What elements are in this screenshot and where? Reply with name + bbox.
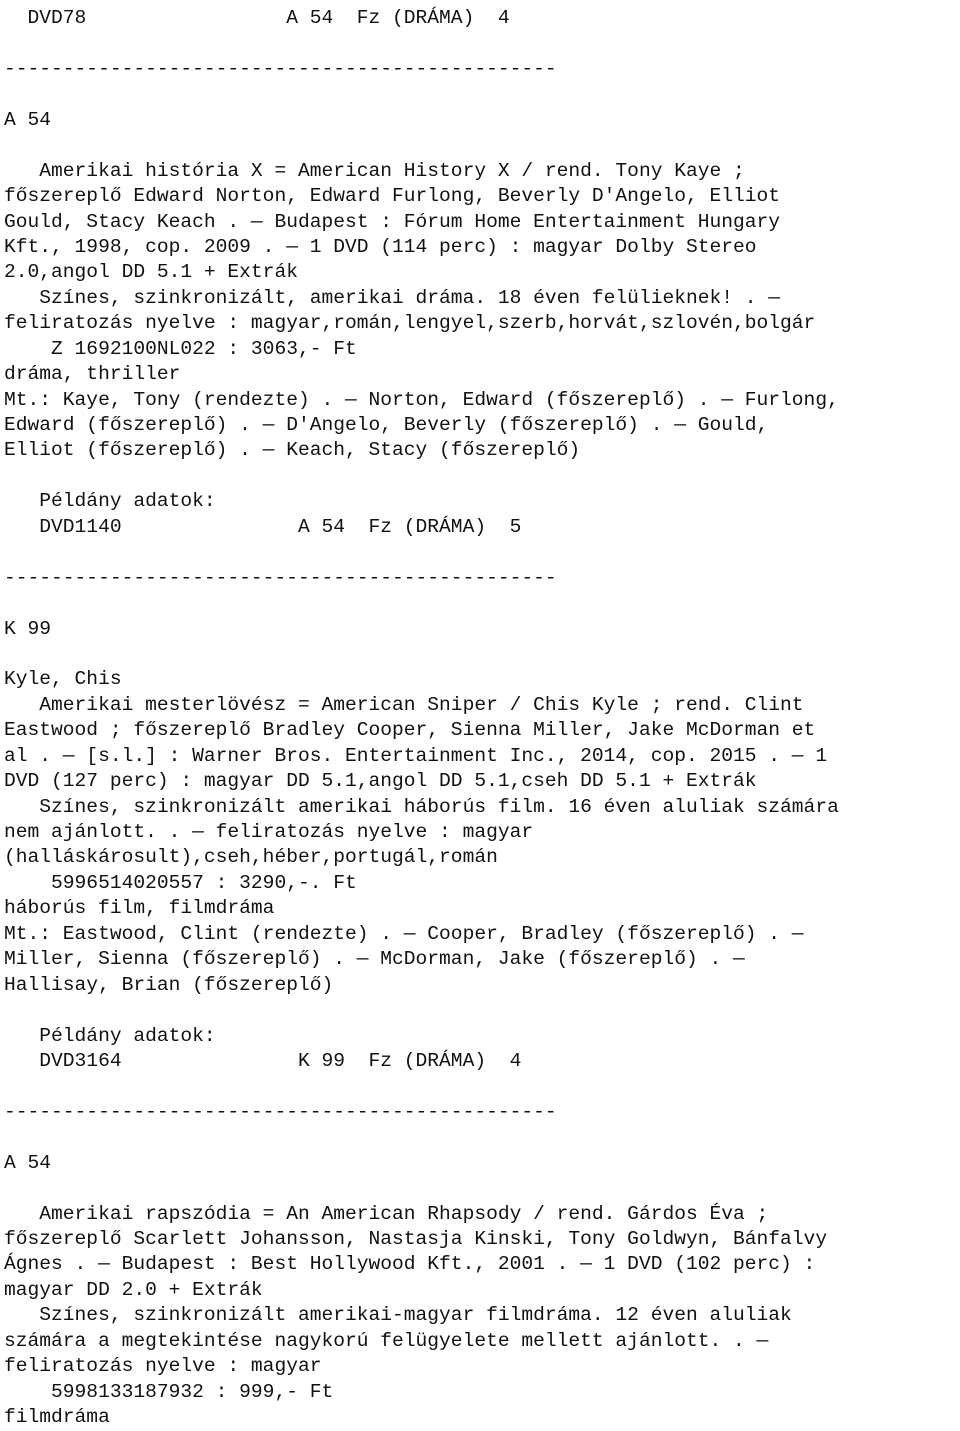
text-line: DVD78 A 54 Fz (DRÁMA) 4: [4, 7, 510, 29]
text-line: Eastwood ; főszereplő Bradley Cooper, Si…: [4, 719, 816, 742]
text-line: Amerikai mesterlövész = American Sniper …: [4, 693, 804, 716]
text-line: Amerikai rapszódia = An American Rhapsod…: [4, 1202, 769, 1225]
catalog-text-body: DVD78 A 54 Fz (DRÁMA) 4 ----------------…: [0, 6, 960, 1431]
text-line: filmdráma: [4, 1406, 110, 1429]
separator-rule: ----------------------------------------…: [4, 57, 557, 80]
text-line: A 54: [4, 108, 52, 131]
text-line: Hallisay, Brian (főszereplő): [4, 973, 334, 996]
text-line: Amerikai história X = American History X…: [4, 159, 745, 182]
text-line: 5998133187932 : 999,- Ft: [4, 1380, 334, 1403]
text-line: A 54: [4, 1151, 52, 1174]
text-line: Példány adatok:: [4, 1024, 216, 1047]
separator-rule: ----------------------------------------…: [4, 566, 557, 589]
text-line: DVD (127 perc) : magyar DD 5.1,angol DD …: [4, 770, 757, 793]
text-line: számára a megtekintése nagykorú felügyel…: [4, 1329, 769, 1352]
text-line: dráma, thriller: [4, 363, 181, 386]
text-line: Példány adatok:: [4, 490, 216, 513]
text-line: K 99: [4, 617, 52, 640]
text-line: Mt.: Kaye, Tony (rendezte) . — Norton, E…: [4, 388, 839, 411]
text-line: DVD1140 A 54 Fz (DRÁMA) 5: [4, 515, 522, 538]
text-line: al . — [s.l.] : Warner Bros. Entertainme…: [4, 744, 828, 767]
text-line: Mt.: Eastwood, Clint (rendezte) . — Coop…: [4, 922, 804, 945]
text-line: főszereplő Edward Norton, Edward Furlong…: [4, 185, 781, 208]
text-line: feliratozás nyelve : magyar: [4, 1355, 322, 1378]
text-line: Miller, Sienna (főszereplő) . — McDorman…: [4, 948, 745, 971]
text-line: Z 1692100NL022 : 3063,- Ft: [4, 337, 357, 360]
separator-rule: ----------------------------------------…: [4, 1100, 557, 1123]
text-line: magyar DD 2.0 + Extrák: [4, 1278, 263, 1301]
text-line: 2.0,angol DD 5.1 + Extrák: [4, 261, 298, 284]
text-line: Elliot (főszereplő) . — Keach, Stacy (fő…: [4, 439, 581, 462]
text-line: 5996514020557 : 3290,-. Ft: [4, 871, 357, 894]
text-line: Edward (főszereplő) . — D'Angelo, Beverl…: [4, 414, 769, 436]
text-line: Gould, Stacy Keach . — Budapest : Fórum …: [4, 210, 781, 233]
text-line: főszereplő Scarlett Johansson, Nastasja …: [4, 1228, 828, 1250]
text-line: feliratozás nyelve : magyar,román,lengye…: [4, 312, 816, 335]
catalog-printout-page: DVD78 A 54 Fz (DRÁMA) 4 ----------------…: [0, 0, 960, 1428]
text-line: Ágnes . — Budapest : Best Hollywood Kft.…: [4, 1253, 816, 1276]
text-line: Kft., 1998, cop. 2009 . — 1 DVD (114 per…: [4, 235, 757, 258]
text-line: Színes, szinkronizált amerikai háborús f…: [4, 795, 839, 818]
text-line: DVD3164 K 99 Fz (DRÁMA) 4: [4, 1049, 522, 1072]
text-line: Kyle, Chis: [4, 668, 122, 691]
text-line: (halláskárosult),cseh,héber,portugál,rom…: [4, 846, 498, 869]
text-line: Színes, szinkronizált, amerikai dráma. 1…: [4, 286, 781, 309]
text-line: nem ajánlott. . — feliratozás nyelve : m…: [4, 821, 534, 843]
text-line: háborús film, filmdráma: [4, 897, 275, 920]
text-line: Színes, szinkronizált amerikai-magyar fi…: [4, 1304, 792, 1327]
